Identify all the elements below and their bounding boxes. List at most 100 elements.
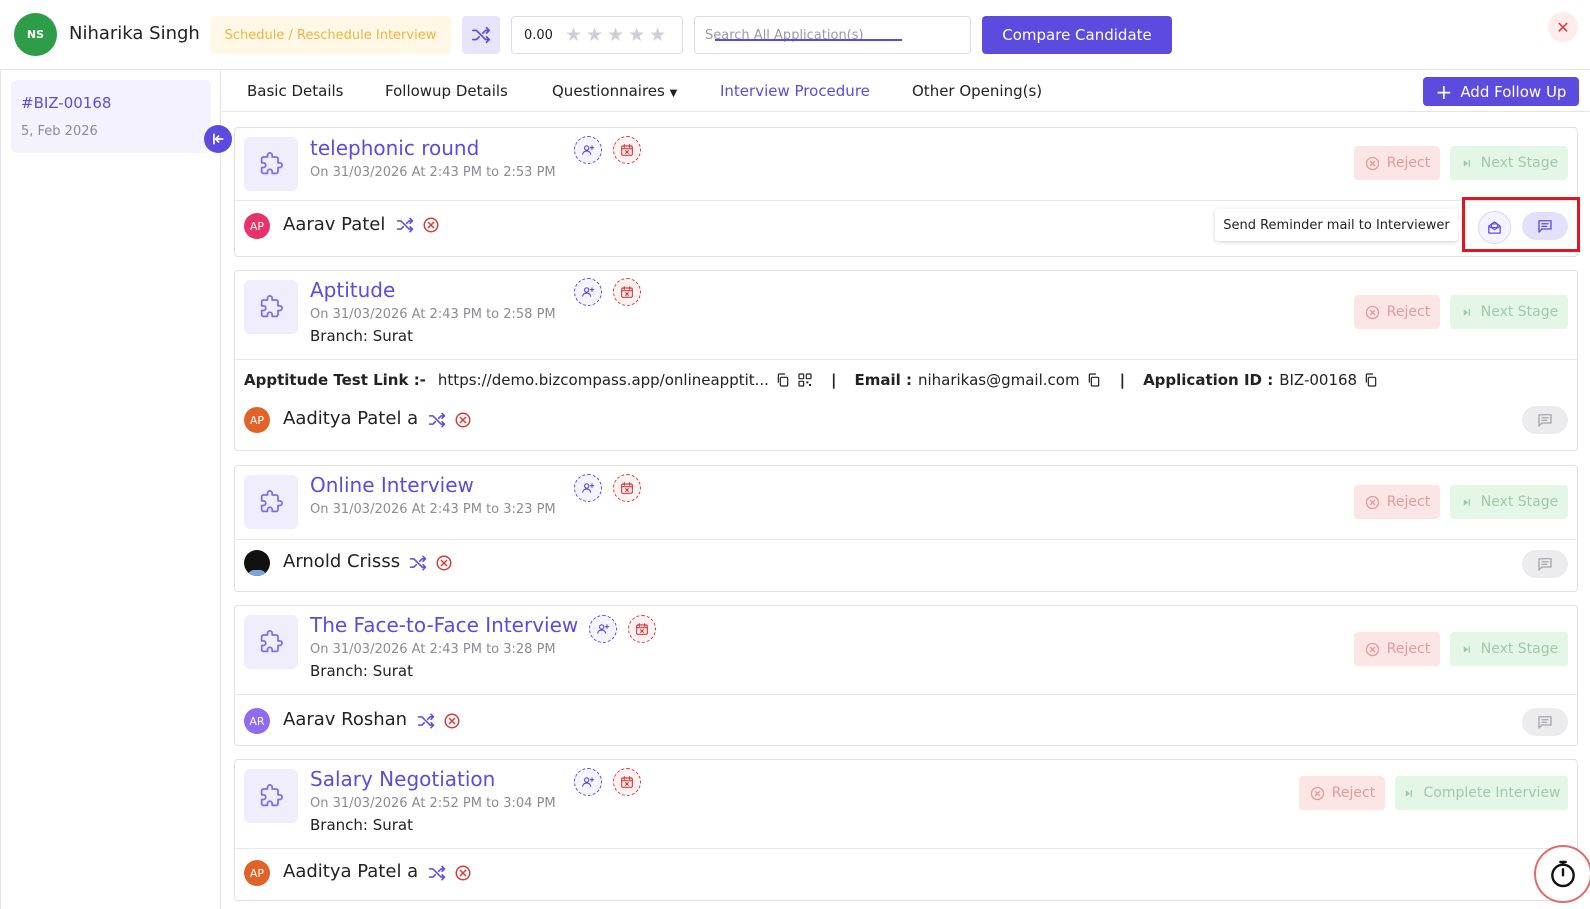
next-stage-label: Next Stage — [1480, 155, 1559, 171]
search-applications-input[interactable] — [694, 16, 971, 54]
chat-button[interactable] — [1522, 708, 1568, 736]
reject-label: Reject — [1386, 304, 1431, 320]
stage-time: On 31/03/2026 At 2:43 PM to 2:53 PM — [310, 165, 556, 180]
tab-basic-details[interactable]: Basic Details — [247, 82, 343, 100]
cancel-schedule-button[interactable] — [613, 474, 641, 502]
star-icon[interactable]: ★ — [565, 25, 582, 45]
qr-code-icon[interactable] — [797, 372, 813, 388]
candidate-avatar: NS — [14, 13, 57, 56]
stage-card: Aptitude On 31/03/2026 At 2:43 PM to 2:5… — [234, 270, 1578, 451]
chat-icon — [1536, 713, 1554, 731]
user-add-icon — [580, 142, 596, 158]
stage-time: On 31/03/2026 At 2:43 PM to 3:28 PM — [310, 642, 556, 657]
chat-button[interactable] — [1522, 550, 1568, 578]
cancel-schedule-button[interactable] — [613, 768, 641, 796]
calendar-x-icon — [619, 284, 635, 300]
star-icon[interactable]: ★ — [607, 25, 624, 45]
compare-candidate-button[interactable]: Compare Candidate — [982, 16, 1172, 54]
close-button[interactable]: ✕ — [1548, 12, 1578, 42]
add-interviewer-button[interactable] — [574, 474, 602, 502]
reject-label: Reject — [1331, 785, 1376, 801]
add-interviewer-button[interactable] — [574, 136, 602, 164]
reject-button[interactable]: Reject — [1299, 776, 1385, 810]
remove-interviewer-icon[interactable] — [452, 409, 474, 431]
shuffle-icon[interactable] — [407, 552, 429, 574]
star-icon[interactable]: ★ — [649, 25, 666, 45]
star-icon[interactable]: ★ — [586, 25, 603, 45]
application-id-label: Application ID : — [1143, 371, 1274, 389]
shuffle-icon[interactable] — [415, 710, 437, 732]
cancel-schedule-button[interactable] — [613, 136, 641, 164]
stage-time: On 31/03/2026 At 2:43 PM to 3:23 PM — [310, 502, 556, 517]
email-label: Email : — [854, 371, 912, 389]
tab-other-openings[interactable]: Other Opening(s) — [912, 82, 1042, 100]
reject-button[interactable]: Reject — [1354, 146, 1440, 180]
reject-button[interactable]: Reject — [1354, 295, 1440, 329]
next-stage-button[interactable]: Next Stage — [1450, 485, 1568, 519]
copy-icon[interactable] — [1086, 372, 1102, 388]
shuffle-icon — [470, 24, 492, 46]
shuffle-icon[interactable] — [426, 862, 448, 884]
shuffle-icon[interactable] — [426, 409, 448, 431]
stage-time: On 31/03/2026 At 2:52 PM to 3:04 PM — [310, 796, 556, 811]
add-interviewer-button[interactable] — [574, 278, 602, 306]
active-tab-indicator — [715, 39, 902, 41]
x-circle-icon — [1364, 494, 1381, 511]
tab-interview-procedure[interactable]: Interview Procedure — [720, 82, 870, 100]
application-card[interactable]: #BIZ-00168 5, Feb 2026 — [11, 80, 211, 153]
test-link[interactable]: https://demo.bizcompass.app/onlineapptit… — [438, 371, 769, 389]
remove-interviewer-icon[interactable] — [420, 214, 442, 236]
cancel-schedule-button[interactable] — [613, 278, 641, 306]
avatar: AP — [244, 860, 270, 886]
reject-button[interactable]: Reject — [1354, 632, 1440, 666]
avatar: AR — [244, 708, 270, 734]
schedule-interview-button[interactable]: Schedule / Reschedule Interview — [210, 16, 451, 54]
tab-questionnaires[interactable]: Questionnaires ▼ — [552, 82, 677, 100]
next-stage-button[interactable]: Next Stage — [1450, 295, 1568, 329]
next-stage-button[interactable]: Next Stage — [1450, 632, 1568, 666]
copy-icon[interactable] — [1363, 372, 1379, 388]
stage-branch: Branch: Surat — [310, 327, 414, 345]
remove-interviewer-icon[interactable] — [441, 710, 463, 732]
chat-button[interactable] — [1522, 406, 1568, 434]
timer-button[interactable] — [1534, 845, 1590, 903]
stopwatch-icon — [1551, 860, 1575, 888]
remove-interviewer-icon[interactable] — [452, 862, 474, 884]
next-stage-button[interactable]: Next Stage — [1450, 146, 1568, 180]
next-stage-label: Next Stage — [1480, 641, 1559, 657]
stage-time: On 31/03/2026 At 2:43 PM to 2:58 PM — [310, 307, 556, 322]
reject-label: Reject — [1386, 641, 1431, 657]
stage-card: Salary Negotiation On 31/03/2026 At 2:52… — [234, 759, 1578, 901]
shuffle-button[interactable] — [462, 16, 500, 54]
skip-icon — [1460, 157, 1473, 170]
application-id: #BIZ-00168 — [21, 94, 112, 112]
email-value: niharikas@gmail.com — [917, 371, 1080, 389]
add-interviewer-button[interactable] — [574, 768, 602, 796]
chat-icon — [1536, 555, 1554, 573]
puzzle-icon — [244, 280, 298, 334]
add-follow-up-button[interactable]: + Add Follow Up — [1423, 77, 1579, 106]
header: NS Niharika Singh Schedule / Reschedule … — [0, 0, 1590, 70]
shuffle-icon[interactable] — [394, 214, 416, 236]
reminder-tooltip: Send Reminder mail to Interviewer — [1215, 209, 1458, 241]
star-icon[interactable]: ★ — [628, 25, 645, 45]
add-interviewer-button[interactable] — [589, 615, 617, 643]
copy-icon[interactable] — [775, 372, 791, 388]
divider — [235, 359, 1577, 360]
divider — [235, 848, 1577, 849]
puzzle-icon — [244, 615, 298, 669]
reject-button[interactable]: Reject — [1354, 485, 1440, 519]
tab-followup-details[interactable]: Followup Details — [385, 82, 508, 100]
divider — [235, 539, 1577, 540]
stage-title: Online Interview — [310, 473, 474, 497]
calendar-x-icon — [619, 142, 635, 158]
interviewer-name: Aarav Patel — [283, 214, 386, 235]
stage-title: telephonic round — [310, 136, 480, 160]
user-add-icon — [580, 774, 596, 790]
collapse-sidebar-button[interactable] — [204, 125, 232, 153]
remove-interviewer-icon[interactable] — [433, 552, 455, 574]
calendar-x-icon — [619, 774, 635, 790]
sidebar: #BIZ-00168 5, Feb 2026 — [0, 70, 221, 909]
complete-interview-button[interactable]: Complete Interview — [1395, 776, 1568, 810]
cancel-schedule-button[interactable] — [628, 615, 656, 643]
